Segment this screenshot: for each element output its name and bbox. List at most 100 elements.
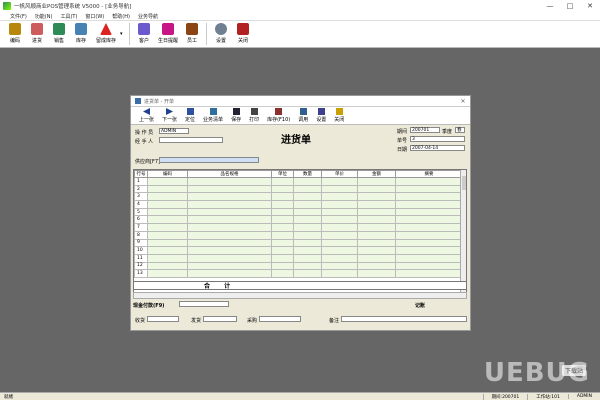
grid-horizontal-scrollbar[interactable] [133,292,467,299]
row-number[interactable]: 13 [134,269,148,278]
print-button[interactable]: 打印 [245,107,263,123]
minimize-button[interactable]: — [540,0,560,12]
grid-cell[interactable] [271,200,294,209]
grid-cell[interactable] [147,184,188,194]
handler-select[interactable] [159,137,223,143]
col-header[interactable]: 编码 [147,170,188,178]
grid-cell[interactable] [271,238,294,248]
grid-cell[interactable] [187,177,272,186]
grid-cell[interactable] [271,177,294,186]
grid-cell[interactable] [357,246,396,255]
grid-cell[interactable] [395,200,463,209]
grid-cell[interactable] [357,177,396,186]
grid-cell[interactable] [321,223,358,232]
grid-cell[interactable] [187,184,272,194]
call-button[interactable]: 调用 [294,107,312,123]
grid-cell[interactable] [395,230,463,240]
grid-cell[interactable] [395,207,463,217]
grid-cell[interactable] [357,184,396,194]
grid-cell[interactable] [321,215,358,225]
toolbar-sales-button[interactable]: 销售 [48,21,70,47]
grid-cell[interactable] [271,207,294,217]
date-field[interactable]: 2007-04-14 [410,145,465,151]
grid-cell[interactable] [147,238,188,248]
col-header[interactable]: 单位 [271,170,294,178]
next-button[interactable]: 下一张 [158,107,181,123]
grid-cell[interactable] [293,261,322,271]
toolbar-stock-button[interactable]: 库存 [70,21,92,47]
grid-cell[interactable] [271,246,294,255]
chevron-down-icon[interactable]: ▾ [120,31,126,37]
col-header[interactable]: 数量 [293,170,322,178]
row-number[interactable]: 3 [134,192,148,202]
save-button[interactable]: 保存 [227,107,245,123]
grid-cell[interactable] [395,238,463,248]
table-row[interactable]: 4 [134,200,463,209]
grid-cell[interactable] [187,223,272,232]
grid-cell[interactable] [321,238,358,248]
shipper-field[interactable] [203,316,237,322]
menu-tools[interactable]: 工具(T) [56,13,81,20]
menu-help[interactable]: 帮助(H) [108,13,134,20]
grid-cell[interactable] [147,215,188,225]
stock-f10-button[interactable]: 库存(F10) [263,107,294,123]
period-field[interactable]: 200701 [410,127,440,133]
col-header[interactable]: 金额 [357,170,396,178]
grid-cell[interactable] [187,207,272,217]
doc-close-icon[interactable]: ✕ [456,98,470,105]
prev-button[interactable]: 上一张 [135,107,158,123]
menu-function[interactable]: 功能(N) [31,13,57,20]
grid-cell[interactable] [293,230,322,240]
grid-cell[interactable] [187,192,272,202]
grid-cell[interactable] [293,192,322,202]
supplier-select[interactable] [159,157,259,163]
grid-cell[interactable] [187,269,272,278]
grid-cell[interactable] [357,230,396,240]
grid-cell[interactable] [147,246,188,255]
row-number[interactable]: 6 [134,215,148,225]
toolbar-staff-button[interactable]: 员工 [181,21,203,47]
close-window-button[interactable]: ✕ [580,0,600,12]
grid-cell[interactable] [147,200,188,209]
col-header[interactable]: 摘要 [395,170,463,178]
scroll-thumb[interactable] [462,176,466,190]
grid-cell[interactable] [187,253,272,263]
row-number[interactable]: 8 [134,230,148,240]
grid-cell[interactable] [271,184,294,194]
toolbar-settings-button[interactable]: 设置 [210,21,232,47]
grid-vertical-scrollbar[interactable] [460,170,466,298]
grid-cell[interactable] [357,207,396,217]
grid-cell[interactable] [395,184,463,194]
grid-cell[interactable] [147,230,188,240]
grid-cell[interactable] [357,238,396,248]
grid-cell[interactable] [147,207,188,217]
menu-file[interactable]: 文件(F) [0,13,31,20]
toolbar-birthday-button[interactable]: 生日提醒 [155,21,181,47]
grid-cell[interactable] [271,192,294,202]
grid-cell[interactable] [395,269,463,278]
grid-cell[interactable] [321,253,358,263]
grid-cell[interactable] [147,261,188,271]
grid-cell[interactable] [357,223,396,232]
grid-cell[interactable] [147,192,188,202]
grid-cell[interactable] [395,177,463,186]
doc-close-button[interactable]: 关闭 [330,107,348,123]
table-row[interactable]: 1 [134,177,463,186]
row-number[interactable]: 10 [134,246,148,255]
grid-cell[interactable] [395,192,463,202]
toolbar-exit-button[interactable]: 关闭 [232,21,254,47]
grid-cell[interactable] [293,184,322,194]
toolbar-customer-button[interactable]: 客户 [133,21,155,47]
grid-cell[interactable] [357,253,396,263]
table-row[interactable]: 10 [134,246,463,255]
row-number[interactable]: 2 [134,184,148,194]
grid-cell[interactable] [271,261,294,271]
grid-cell[interactable] [293,207,322,217]
grid-cell[interactable] [271,253,294,263]
remark-field[interactable] [341,316,467,322]
grid-cell[interactable] [395,253,463,263]
menu-window[interactable]: 窗口(W) [81,13,108,20]
toolbar-code-button[interactable]: 编码 [4,21,26,47]
quarter-field[interactable]: 春 [455,127,465,133]
col-header[interactable]: 品名规格 [187,170,272,178]
